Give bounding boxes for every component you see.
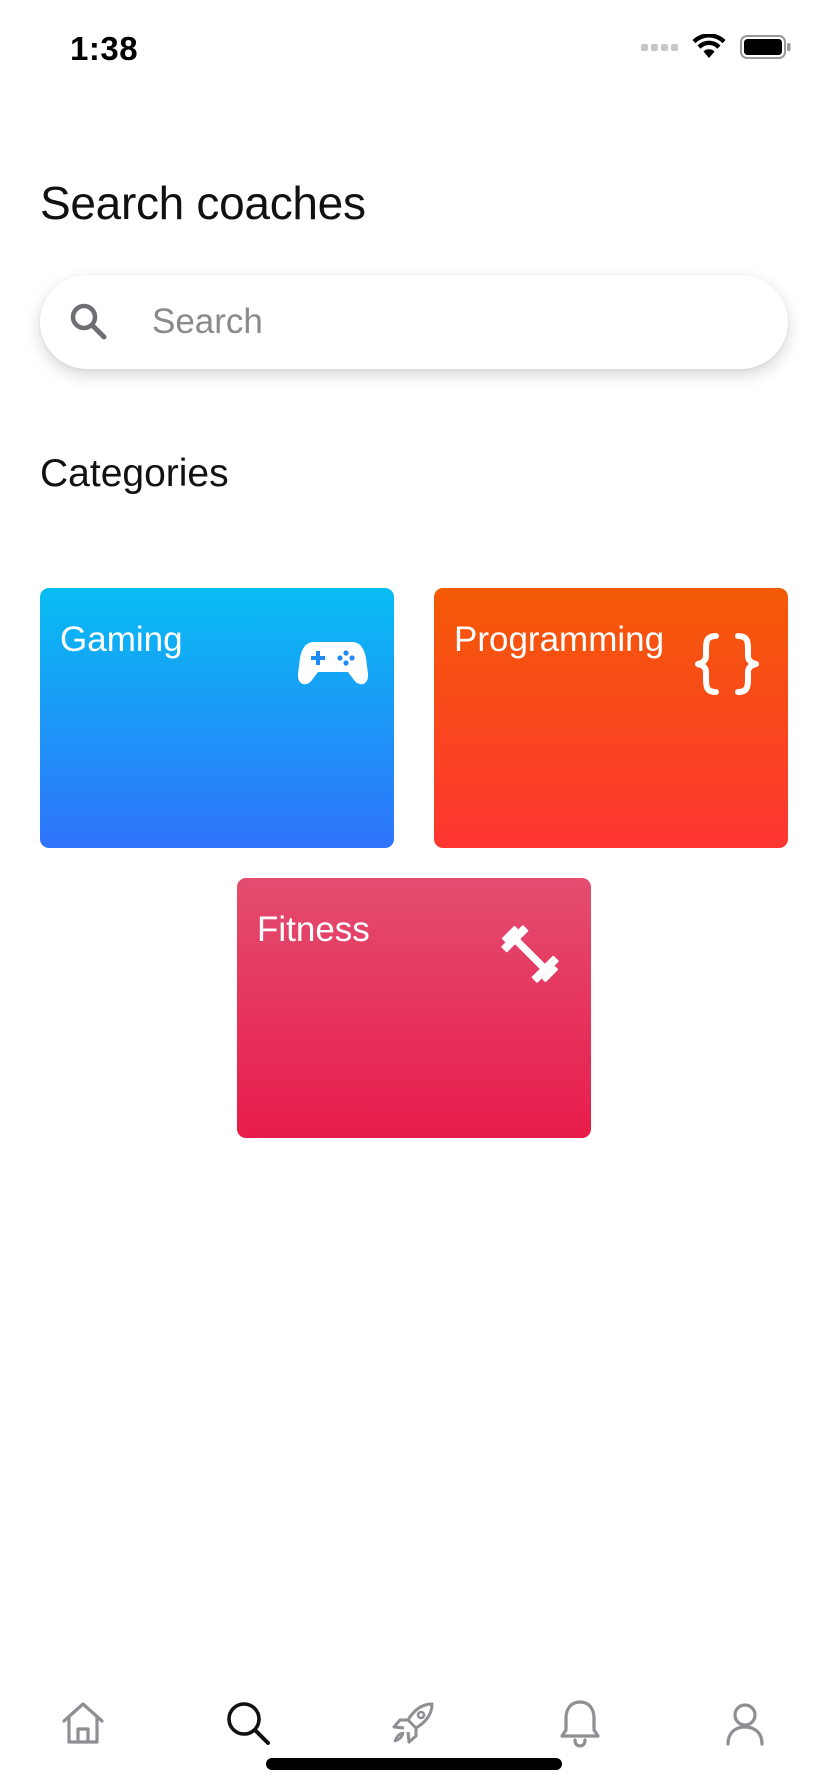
tab-search[interactable] [213, 1688, 283, 1758]
categories-heading: Categories [40, 452, 229, 495]
search-bar[interactable] [40, 275, 788, 369]
category-label: Gaming [60, 620, 183, 659]
wifi-icon [692, 34, 726, 58]
category-card-fitness[interactable]: Fitness [237, 878, 591, 1138]
tab-home[interactable] [48, 1688, 118, 1758]
code-braces-icon [695, 633, 759, 695]
tab-notifications[interactable] [545, 1688, 615, 1758]
cellular-signal-icon [641, 43, 678, 51]
bottom-tab-bar [0, 1672, 828, 1792]
category-label: Programming [454, 620, 665, 659]
category-label: Fitness [257, 910, 370, 949]
search-icon [227, 1702, 270, 1745]
search-coaches-screen: 1:38 Search coaches Categories [0, 0, 828, 1792]
tab-profile[interactable] [710, 1688, 780, 1758]
bell-icon [560, 1700, 600, 1748]
battery-icon [740, 35, 791, 59]
dumbbell-icon [501, 925, 559, 983]
search-icon [70, 303, 107, 340]
tab-explore[interactable] [378, 1688, 448, 1758]
user-icon [726, 1703, 764, 1746]
status-time: 1:38 [70, 30, 139, 67]
rocket-icon [392, 1702, 434, 1744]
status-icons [641, 34, 792, 60]
page-title: Search coaches [40, 177, 366, 229]
home-icon [62, 1702, 104, 1744]
search-input[interactable] [152, 275, 752, 369]
gamepad-icon [298, 642, 368, 685]
home-indicator[interactable] [266, 1758, 562, 1770]
category-card-gaming[interactable]: Gaming [40, 588, 394, 848]
status-bar: 1:38 [0, 0, 828, 100]
category-card-programming[interactable]: Programming [434, 588, 788, 848]
